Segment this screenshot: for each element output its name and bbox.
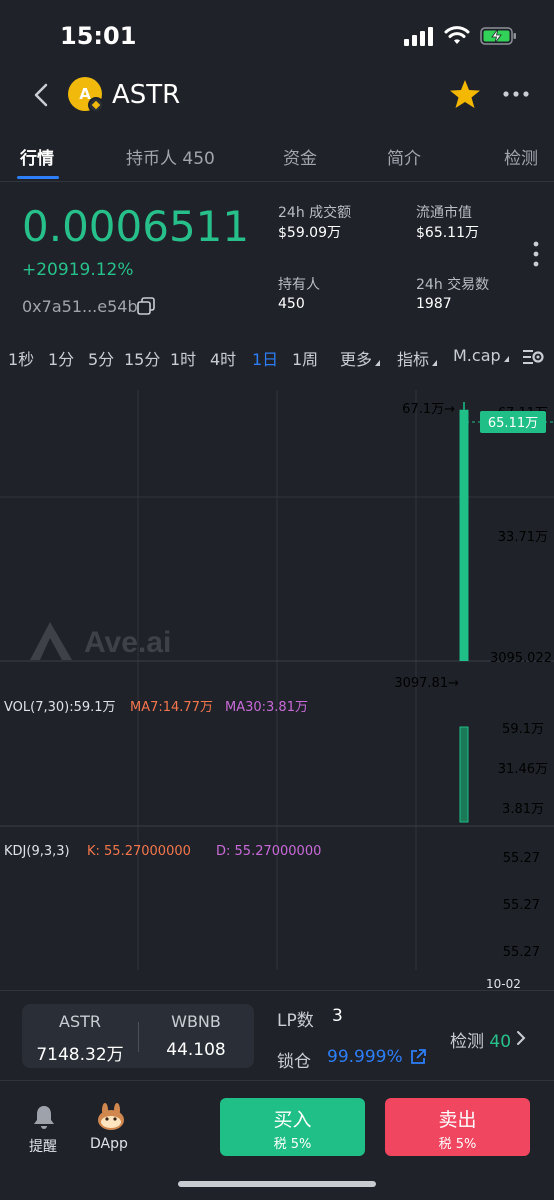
- favorite-star-icon[interactable]: [448, 78, 482, 110]
- current-price-tag-text: 65.11万: [488, 416, 538, 431]
- chevron-right-icon[interactable]: [515, 1029, 527, 1047]
- interval-5m[interactable]: 5分: [88, 346, 114, 370]
- remind-label[interactable]: 提醒: [29, 1136, 57, 1156]
- interval-1w[interactable]: 1周: [292, 346, 318, 370]
- sell-button-label: 卖出: [438, 1109, 477, 1131]
- volume-axis-label: 3.81万: [502, 802, 544, 817]
- volume-bar[interactable]: [459, 726, 469, 823]
- sell-tax-label: 税 5%: [438, 1137, 477, 1152]
- mcap-dropdown-label: M.cap: [453, 346, 501, 365]
- candlestick-chart[interactable]: Ave.ai 67.11万 33.71万 3095.022 67.1万→ 309…: [0, 390, 554, 990]
- interval-1d[interactable]: 1日: [252, 346, 278, 370]
- indicator-dropdown[interactable]: 指标: [397, 346, 438, 370]
- kdj-d-label: D: 55.27000000: [216, 844, 321, 859]
- sell-button[interactable]: 卖出 税 5%: [385, 1098, 530, 1156]
- lp-count-label: LP数: [277, 1011, 314, 1031]
- lock-value[interactable]: 99.999%: [327, 1047, 403, 1067]
- more-dropdown-label: 更多: [340, 350, 373, 369]
- lp-count-value: 3: [332, 1006, 343, 1026]
- stat-value-txns: 1987: [416, 296, 452, 312]
- watermark-text: Ave.ai: [84, 626, 171, 659]
- signal-icon: [404, 27, 433, 46]
- kdj-axis-label: 55.27: [503, 898, 540, 913]
- pool-token-a: ASTR: [59, 1012, 101, 1031]
- volume-axis-label: 31.46万: [498, 762, 548, 777]
- tab-intro[interactable]: 简介: [387, 144, 421, 169]
- coin-symbol: ASTR: [112, 80, 181, 110]
- ma7-label: MA7:14.77万: [130, 700, 213, 715]
- chart-settings-icon[interactable]: [522, 347, 544, 367]
- kdj-k-label: K: 55.27000000: [87, 844, 191, 859]
- dropdown-caret-icon: [432, 360, 438, 366]
- tab-holders[interactable]: 持币人 450: [126, 144, 215, 169]
- volume-indicator-label: VOL(7,30):59.1万: [4, 700, 116, 715]
- stat-label-mcap: 流通市值: [416, 205, 472, 221]
- volume-axis-label: 59.1万: [502, 722, 544, 737]
- check-score-value: 40: [489, 1032, 512, 1052]
- stat-value-mcap: $65.11万: [416, 225, 479, 241]
- dapp-label[interactable]: DApp: [90, 1136, 128, 1152]
- bell-icon[interactable]: [32, 1104, 56, 1130]
- status-time: 15:01: [60, 22, 137, 50]
- interval-toolbar: 1秒 1分 5分 15分 1时 4时 1日 1周 更多 指标 M.cap: [0, 344, 554, 372]
- current-price: 0.0006511: [22, 202, 250, 251]
- more-dropdown[interactable]: 更多: [340, 346, 381, 370]
- more-options-icon[interactable]: [502, 86, 530, 102]
- status-bar: 15:01: [0, 0, 554, 70]
- tab-bar: 行情 持币人 450 资金 简介 检测: [0, 134, 554, 182]
- wifi-icon: [444, 26, 470, 44]
- buy-button[interactable]: 买入 税 5%: [220, 1098, 365, 1156]
- battery-charging-icon: [480, 27, 516, 45]
- back-arrow-icon[interactable]: [28, 80, 56, 110]
- status-icons: [404, 26, 518, 46]
- stat-label-holders: 持有人: [278, 277, 320, 293]
- pool-token-b: WBNB: [171, 1012, 221, 1031]
- low-price-marker: 3097.81→: [394, 676, 459, 691]
- ma30-label: MA30:3.81万: [225, 700, 308, 715]
- external-link-icon[interactable]: [409, 1048, 427, 1066]
- contract-address: 0x7a51...e54b: [22, 297, 138, 316]
- price-axis-label: 3095.022: [490, 651, 552, 666]
- buy-tax-label: 税 5%: [273, 1137, 312, 1152]
- tab-check[interactable]: 检测: [504, 144, 538, 169]
- copy-icon[interactable]: [136, 296, 156, 316]
- kdj-axis-label: 55.27: [503, 851, 540, 866]
- pool-amount-a: 7148.32万: [36, 1045, 124, 1065]
- stats-more-icon[interactable]: [530, 240, 542, 270]
- stat-label-txns: 24h 交易数: [416, 277, 490, 293]
- chain-badge-icon: [88, 97, 104, 113]
- stat-value-holders: 450: [278, 296, 305, 312]
- dropdown-caret-icon: [375, 360, 381, 366]
- interval-4h[interactable]: 4时: [210, 346, 236, 370]
- indicator-dropdown-label: 指标: [397, 350, 430, 369]
- watermark-logo: Ave.ai: [30, 622, 171, 660]
- date-axis-label: 10-02: [486, 977, 521, 990]
- tab-funds[interactable]: 资金: [283, 144, 317, 169]
- kdj-indicator-label: KDJ(9,3,3): [4, 844, 70, 859]
- liquidity-pool-box: ASTR 7148.32万 WBNB 44.108: [22, 1004, 254, 1068]
- dapp-pancake-icon[interactable]: [95, 1102, 127, 1132]
- check-score-link[interactable]: 检测 40: [450, 1027, 511, 1052]
- home-indicator: [178, 1181, 376, 1187]
- lock-label: 锁仓: [277, 1052, 311, 1072]
- interval-15m[interactable]: 15分: [124, 346, 160, 370]
- check-score-label: 检测: [450, 1032, 484, 1052]
- tab-market[interactable]: 行情: [20, 144, 54, 169]
- interval-1h[interactable]: 1时: [170, 346, 196, 370]
- tab-active-indicator: [17, 176, 59, 179]
- kdj-axis-label: 55.27: [503, 945, 540, 960]
- buy-button-label: 买入: [273, 1109, 312, 1131]
- high-price-marker: 67.1万→: [402, 402, 455, 417]
- price-axis-label: 33.71万: [498, 530, 548, 545]
- stat-value-volume: $59.09万: [278, 225, 341, 241]
- interval-1m[interactable]: 1分: [48, 346, 74, 370]
- candle-body[interactable]: [459, 409, 469, 661]
- pool-amount-b: 44.108: [166, 1040, 226, 1060]
- stat-label-volume: 24h 成交额: [278, 205, 352, 221]
- price-change: +20919.12%: [22, 260, 134, 280]
- dropdown-caret-icon: [503, 356, 509, 362]
- mcap-dropdown[interactable]: M.cap: [453, 346, 509, 365]
- interval-1s[interactable]: 1秒: [8, 346, 34, 370]
